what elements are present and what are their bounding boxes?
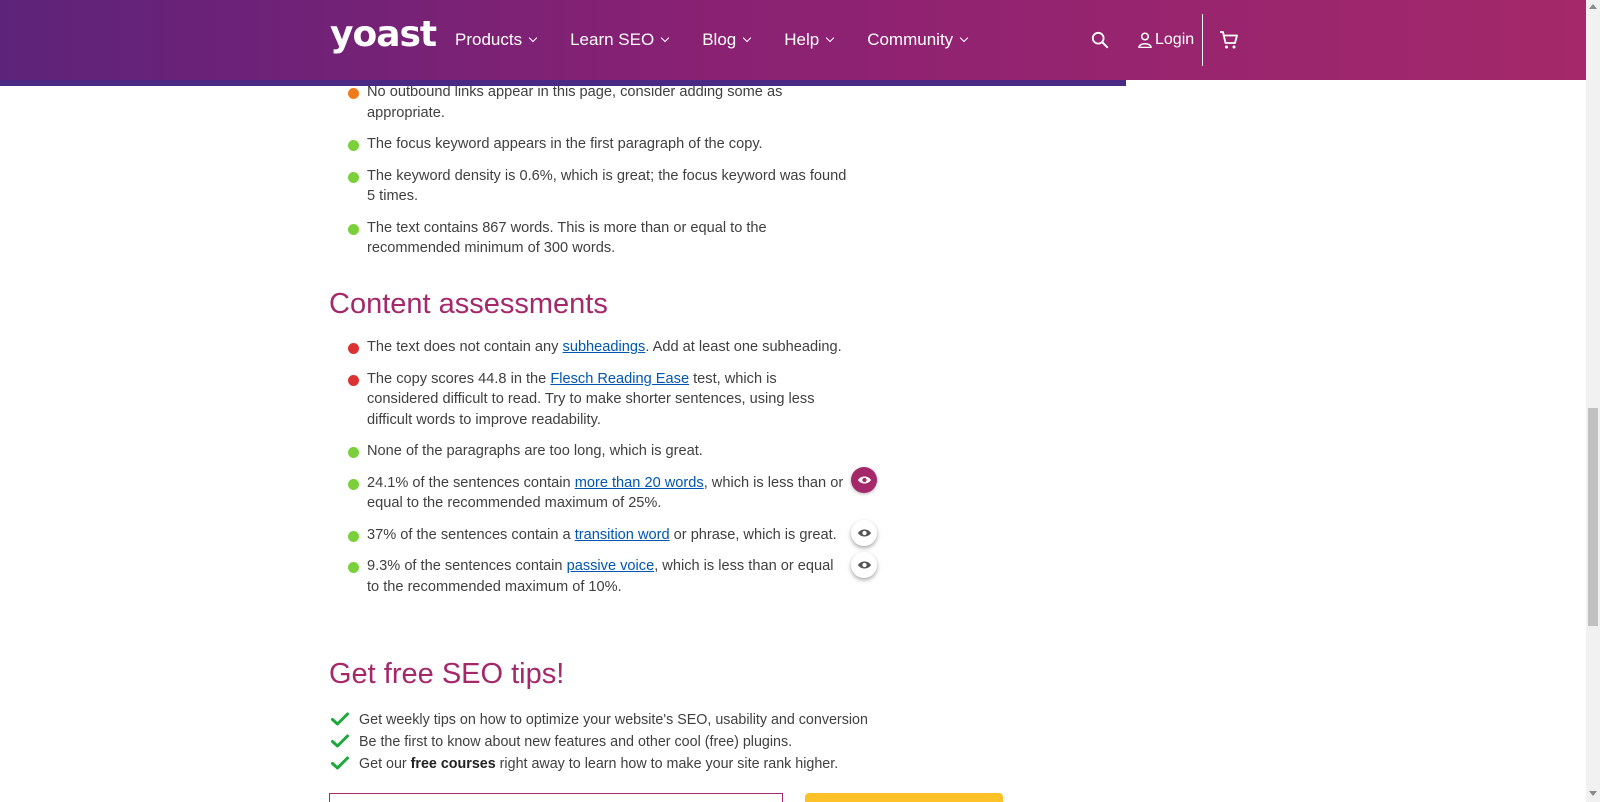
search-icon[interactable] xyxy=(1091,31,1109,49)
nav-community[interactable]: Community xyxy=(867,30,969,50)
nav-help[interactable]: Help xyxy=(784,30,835,50)
page-scrollbar[interactable] xyxy=(1586,0,1600,802)
main-nav: Products Learn SEO Blog Help Community xyxy=(455,0,1001,80)
assessment-text-before: The copy scores 44.8 in the xyxy=(367,370,551,387)
status-good-dot xyxy=(348,223,359,235)
subheadings-link[interactable]: subheadings xyxy=(563,339,646,355)
status-good-dot xyxy=(348,140,359,151)
site-header: yoast Products Learn SEO Blog Help Commu… xyxy=(0,0,1586,80)
nav-help-label: Help xyxy=(784,30,820,49)
nav-products[interactable]: Products xyxy=(455,30,538,50)
seo-tips-list: Get weekly tips on how to optimize your … xyxy=(331,709,868,775)
chevron-down-icon xyxy=(660,33,670,43)
status-good-dot xyxy=(348,562,359,573)
yoast-logo[interactable]: yoast xyxy=(330,14,437,55)
scroll-up-arrow-icon[interactable] xyxy=(1589,4,1597,9)
tip-text-bold: free courses xyxy=(410,756,496,772)
eye-icon xyxy=(857,561,871,569)
nav-learn-seo-label: Learn SEO xyxy=(570,30,655,49)
assessment-text: The focus keyword appears in the first p… xyxy=(367,136,763,152)
seo-assessment-list: No outbound links appear in this page, c… xyxy=(348,82,848,270)
eye-icon xyxy=(857,476,871,484)
nav-blog-label: Blog xyxy=(702,30,737,49)
scrollbar-thumb[interactable] xyxy=(1588,408,1598,626)
login-label: Login xyxy=(1155,31,1195,48)
nav-community-label: Community xyxy=(867,30,954,49)
chevron-down-icon xyxy=(825,33,835,43)
tip-text-after: right away to learn how to make your sit… xyxy=(495,756,839,772)
chevron-down-icon xyxy=(959,33,969,43)
email-field[interactable] xyxy=(329,793,783,802)
header-underline xyxy=(0,80,1126,86)
eye-marker-button[interactable] xyxy=(851,520,877,546)
list-item: Get our free courses right away to learn… xyxy=(331,753,868,775)
list-item: The focus keyword appears in the first p… xyxy=(348,134,848,155)
user-icon xyxy=(1138,32,1152,48)
nav-blog[interactable]: Blog xyxy=(702,30,752,50)
assessment-text: No outbound links appear in this page, c… xyxy=(367,84,783,121)
status-good-dot xyxy=(348,171,359,183)
chevron-down-icon xyxy=(528,33,538,43)
check-icon xyxy=(331,734,349,748)
content-assessments-heading: Content assessments xyxy=(329,288,608,320)
assessment-text-before: None of the paragraphs are too long, whi… xyxy=(367,443,703,459)
status-ok-dot xyxy=(348,88,359,99)
cart-icon[interactable] xyxy=(1219,30,1239,50)
list-item: 9.3% of the sentences contain passive vo… xyxy=(348,556,848,597)
assessment-text-before: 37% of the sentences contain a xyxy=(367,526,575,543)
nav-products-label: Products xyxy=(455,30,523,49)
assessment-text-before: 9.3% of the sentences contain xyxy=(367,558,567,574)
eye-marker-button[interactable] xyxy=(851,552,877,578)
assessment-text-after: . Add at least one subheading. xyxy=(645,339,842,355)
list-item: 24.1% of the sentences contain more than… xyxy=(348,473,848,514)
list-item: Be the first to know about new features … xyxy=(331,731,868,753)
status-good-dot xyxy=(348,447,359,458)
assessment-text-before: 24.1% of the sentences contain xyxy=(367,474,575,491)
list-item: The copy scores 44.8 in the Flesch Readi… xyxy=(348,369,848,431)
assessment-text-before: The text does not contain any xyxy=(367,339,563,355)
login-link[interactable]: Login xyxy=(1138,0,1194,80)
assessment-text: The text contains 867 words. This is mor… xyxy=(367,219,767,257)
tip-text-before: Get our xyxy=(359,756,411,772)
chevron-down-icon xyxy=(742,33,752,43)
list-item: The text contains 867 words. This is mor… xyxy=(348,218,848,259)
list-item: The text does not contain any subheading… xyxy=(348,337,848,358)
content-assessment-list: The text does not contain any subheading… xyxy=(348,337,848,608)
status-good-dot xyxy=(348,530,359,542)
passive-voice-link[interactable]: passive voice xyxy=(567,558,655,574)
eye-icon xyxy=(857,529,871,537)
seo-tips-heading: Get free SEO tips! xyxy=(329,658,565,690)
flesch-reading-ease-link[interactable]: Flesch Reading Ease xyxy=(550,371,689,387)
tip-text: Get weekly tips on how to optimize your … xyxy=(359,712,868,728)
header-divider xyxy=(1202,14,1203,66)
status-good-dot xyxy=(348,478,359,490)
eye-marker-button-active[interactable] xyxy=(851,467,877,493)
assessment-text-after: or phrase, which is great. xyxy=(669,526,837,543)
check-icon xyxy=(331,756,349,770)
status-bad-dot xyxy=(348,374,359,386)
scroll-down-arrow-icon[interactable] xyxy=(1589,791,1597,796)
nav-learn-seo[interactable]: Learn SEO xyxy=(570,30,670,50)
list-item: None of the paragraphs are too long, whi… xyxy=(348,441,848,462)
list-item: The keyword density is 0.6%, which is gr… xyxy=(348,166,848,207)
list-item: Get weekly tips on how to optimize your … xyxy=(331,709,868,731)
list-item: 37% of the sentences contain a transitio… xyxy=(348,525,848,546)
sentence-length-link[interactable]: more than 20 words xyxy=(575,475,704,491)
list-item: No outbound links appear in this page, c… xyxy=(348,82,848,123)
signup-button[interactable] xyxy=(805,793,1003,802)
tip-text: Be the first to know about new features … xyxy=(359,734,793,750)
transition-word-link[interactable]: transition word xyxy=(575,527,670,543)
status-bad-dot xyxy=(348,343,359,354)
check-icon xyxy=(331,712,349,726)
assessment-text: The keyword density is 0.6%, which is gr… xyxy=(367,167,847,205)
